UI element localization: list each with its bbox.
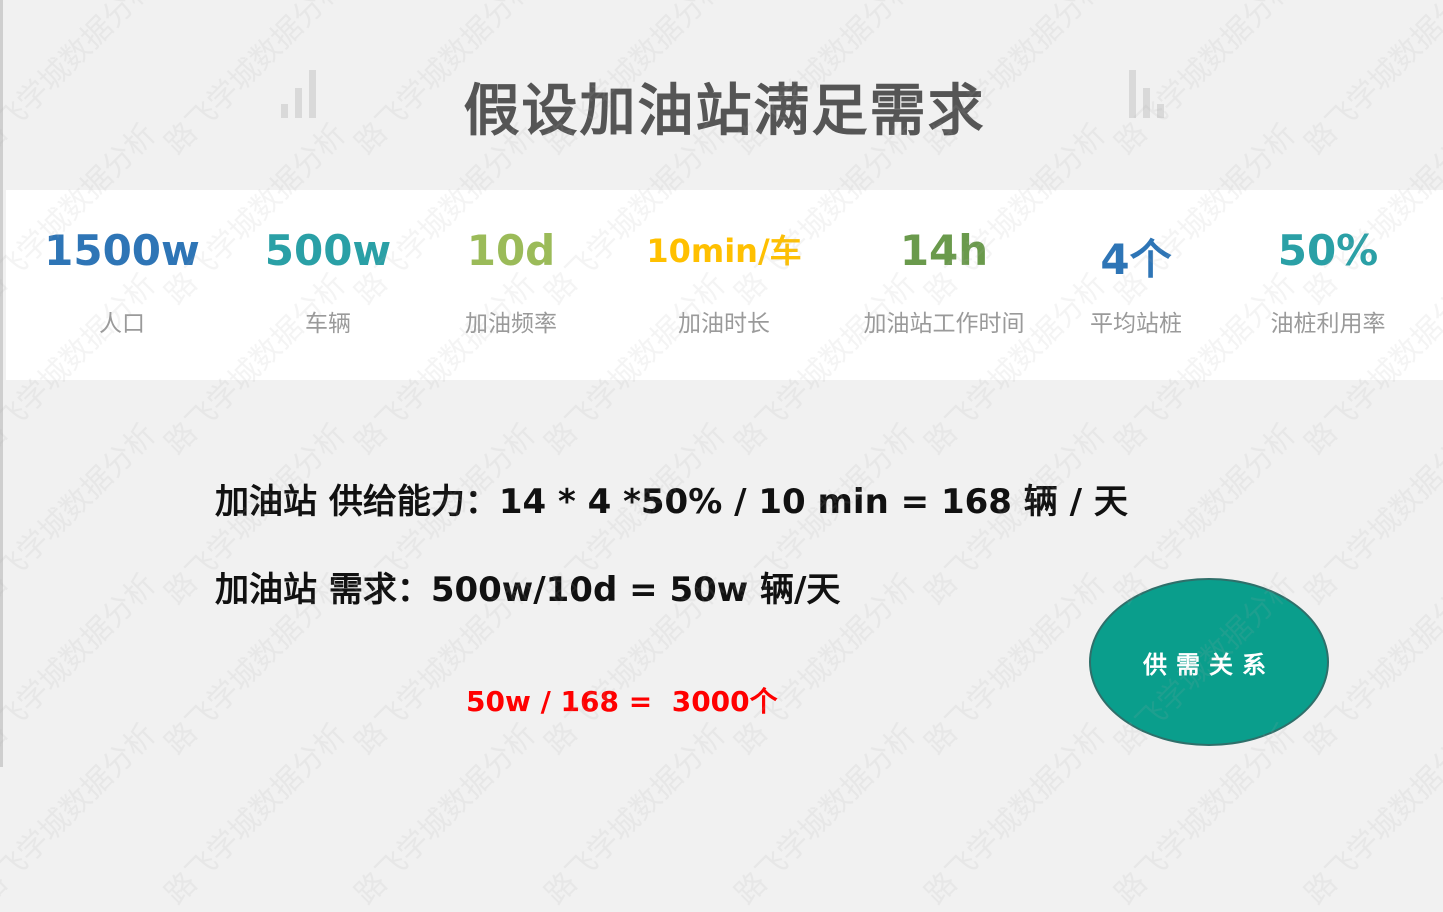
metric-value: 10min/车 — [646, 232, 802, 270]
metric-label: 加油时长 — [678, 311, 770, 337]
badge-label: 供需关系 — [1143, 650, 1275, 679]
metric-label: 平均站桩 — [1090, 311, 1182, 337]
watermark-text: 路飞学城数据分析 — [0, 717, 163, 912]
result-formula: 50w / 168 = 3000个 — [466, 685, 778, 718]
watermark-text: 路飞学城数据分析 — [1298, 717, 1443, 912]
watermark-text: 路飞学城数据分析 — [1298, 417, 1443, 612]
slide: 假设加油站满足需求 1500w 人口 500w 车辆 10d 加油频率 10mi… — [0, 0, 1443, 912]
page-title: 假设加油站满足需求 — [463, 79, 986, 144]
metrics-band: 1500w 人口 500w 车辆 10d 加油频率 10min/车 加油时长 1… — [6, 190, 1443, 380]
watermark-text: 路飞学城数据分析 — [158, 717, 353, 912]
demand-formula: 加油站 需求：500w/10d = 50w 辆/天 — [215, 570, 841, 610]
metric-value: 1500w — [44, 226, 200, 275]
metric-value: 4个 — [1100, 235, 1172, 284]
watermark-text: 路飞学城数据分析 — [0, 567, 163, 762]
metric-value: 50% — [1277, 226, 1379, 275]
watermark-text: 路飞学城数据分析 — [348, 717, 543, 912]
watermark-text: 路飞学城数据分析 — [918, 717, 1113, 912]
supply-demand-badge[interactable]: 供需关系 — [1089, 578, 1329, 746]
metric-value: 14h — [899, 226, 989, 275]
metric-label: 油桩利用率 — [1270, 311, 1386, 337]
supply-formula: 加油站 供给能力：14 * 4 *50% / 10 min = 168 辆 / … — [215, 482, 1128, 522]
metric-label: 加油站工作时间 — [863, 311, 1025, 337]
watermark-text: 路飞学城数据分析 — [0, 417, 163, 612]
watermark-text: 路飞学城数据分析 — [918, 567, 1113, 762]
watermark-text: 路飞学城数据分析 — [538, 717, 733, 912]
watermark-text: 路飞学城数据分析 — [728, 717, 923, 912]
metric-label: 人口 — [99, 311, 145, 337]
metric-value: 10d — [466, 226, 556, 275]
metric-value: 500w — [264, 226, 392, 275]
metric-label: 车辆 — [305, 311, 351, 337]
metric-label: 加油频率 — [465, 311, 557, 337]
